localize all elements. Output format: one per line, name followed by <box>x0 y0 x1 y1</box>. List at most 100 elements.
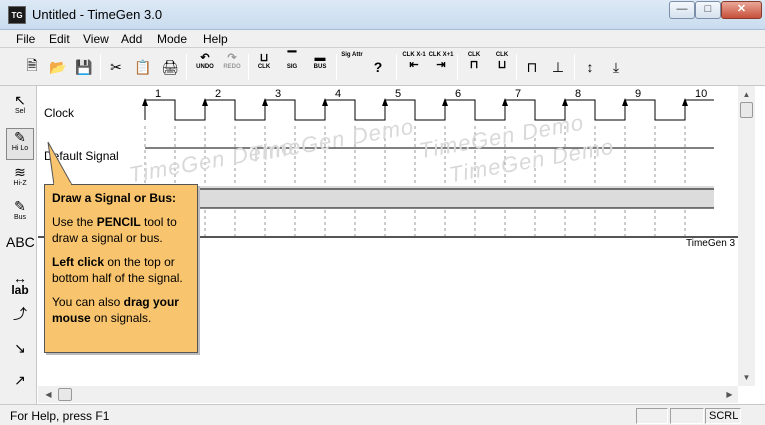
rising-edge-marker <box>442 98 448 106</box>
rising-edge-marker <box>682 98 688 106</box>
status-bar: For Help, press F1 SCRL <box>0 404 765 425</box>
clock-cycle-number: 1 <box>155 88 162 100</box>
maximize-button[interactable]: □ <box>695 1 721 19</box>
add-signal-button[interactable]: ▔ SIG <box>278 52 306 82</box>
help-icon: ? <box>373 59 383 75</box>
save-button[interactable]: 💾 <box>72 54 96 80</box>
hiz-icon: ≋ <box>14 164 26 180</box>
menu-add[interactable]: Add <box>121 32 142 46</box>
add-bus-button[interactable]: ▬ BUS <box>306 52 334 82</box>
signal-attr-button[interactable]: Sig Attr <box>338 52 366 82</box>
clock-shrink-icon: ⇤ <box>409 59 419 71</box>
printer-icon: 🖨 <box>161 58 179 75</box>
line-tool[interactable]: ↗ <box>6 372 34 404</box>
context-help-button[interactable]: ? <box>366 54 390 80</box>
rising-edge-icon: ⊓ <box>526 58 538 75</box>
clock-cycle-number: 6 <box>455 88 462 100</box>
bent-arrow-tool[interactable]: ↘ <box>6 340 34 372</box>
tooltip-paragraph: Use the PENCIL tool to draw a signal or … <box>52 215 177 245</box>
menu-file[interactable]: File <box>16 32 35 46</box>
scissors-icon: ✂ <box>110 58 122 75</box>
clock-cycle-number: 2 <box>215 88 222 100</box>
status-help-text: For Help, press F1 <box>10 409 110 423</box>
menu-bar: File Edit View Add Mode Help <box>0 30 765 48</box>
signal-wave-icon: ▔ <box>287 52 297 64</box>
tooltip-pointer <box>47 141 72 185</box>
falling-edge-icon: ⊥ <box>551 58 565 75</box>
toolbar: 🗎 📂 💾 ✂ 📋 🖨 ↶ UNDO ↷ REDO ⊔ CLK ▔ SIG ▬ BUS S… <box>0 48 765 86</box>
add-clock-button[interactable]: ⊔ CLK <box>250 52 278 82</box>
save-icon: 💾 <box>75 58 93 75</box>
redo-button[interactable]: ↷ REDO <box>218 52 246 82</box>
print-button[interactable]: 🖨 <box>158 54 182 80</box>
text-tool[interactable]: ABC <box>6 234 35 266</box>
menu-view[interactable]: View <box>83 32 109 46</box>
redo-icon: ↷ <box>227 52 237 64</box>
bent-arrow-icon: ↘ <box>14 340 26 356</box>
close-button[interactable]: ✕ <box>721 1 762 19</box>
vertical-scrollbar[interactable]: ▲ ▼ <box>738 86 755 386</box>
maximize-icon: □ <box>704 3 712 15</box>
menu-edit[interactable]: Edit <box>49 32 70 46</box>
expand-button[interactable]: ⤓ <box>604 54 628 80</box>
clock-wave-icon: ⊔ <box>259 52 269 64</box>
window-title: Untitled - TimeGen 3.0 <box>32 7 163 22</box>
clock-minus-button[interactable]: CLK X-1 ⇤ <box>400 52 428 82</box>
compress-icon: ↕ <box>586 59 594 75</box>
minimize-icon: — <box>676 3 688 15</box>
paste-button[interactable]: 📋 <box>131 54 155 80</box>
scroll-down-button[interactable]: ▼ <box>738 369 755 386</box>
menu-help[interactable]: Help <box>203 32 228 46</box>
minimize-button[interactable]: — <box>669 1 695 19</box>
bus-tool[interactable]: ✎ Bus <box>6 198 34 230</box>
clock-edge-a-button[interactable]: CLK ⊓ <box>460 52 488 82</box>
toolbox: ↖ Sel ✎ Hi Lo ≋ Hi-Z ✎ Bus ABC ↔ lab ⤴ ↘ ↗ <box>0 86 37 406</box>
fall-edge-button[interactable]: ⊥ <box>546 54 570 80</box>
scroll-right-button[interactable]: ▶ <box>721 386 738 403</box>
new-button[interactable]: 🗎 <box>20 54 44 80</box>
clock-cycle-number: 7 <box>515 88 522 100</box>
open-button[interactable]: 📂 <box>46 54 70 80</box>
label-tool[interactable]: ↔ lab <box>6 270 34 302</box>
compress-button[interactable]: ↕ <box>578 54 602 80</box>
signal-label-clock[interactable]: Clock <box>44 106 74 120</box>
clock-cycle-number: 4 <box>335 88 342 100</box>
clock-grow-icon: ⇥ <box>436 59 446 71</box>
text-icon: ABC <box>6 234 35 250</box>
clock-cycle-number: 8 <box>575 88 582 100</box>
status-scrl: SCRL <box>705 408 741 424</box>
arrow-icon: ↖ <box>14 92 26 108</box>
bus-wave-icon: ▬ <box>314 52 326 64</box>
rise-edge-button[interactable]: ⊓ <box>520 54 544 80</box>
arrow-down-icon: ▼ <box>742 373 751 382</box>
cut-button[interactable]: ✂ <box>104 54 128 80</box>
pencil-tool[interactable]: ✎ Hi Lo <box>6 128 34 160</box>
line-icon: ↗ <box>14 372 26 388</box>
clock-edge-b-button[interactable]: CLK ⊔ <box>488 52 516 82</box>
select-tool[interactable]: ↖ Sel <box>6 92 34 124</box>
vertical-scroll-thumb[interactable] <box>740 102 753 118</box>
menu-mode[interactable]: Mode <box>157 32 187 46</box>
clock-plus-button[interactable]: CLK X+1 ⇥ <box>427 52 455 82</box>
horizontal-scroll-thumb[interactable] <box>58 388 72 401</box>
title-bar: TG Untitled - TimeGen 3.0 — □ ✕ <box>0 0 765 30</box>
clock-cycle-number: 5 <box>395 88 402 100</box>
hiz-tool[interactable]: ≋ Hi-Z <box>6 164 34 196</box>
expand-icon: ⤓ <box>612 58 620 75</box>
tooltip-paragraph: You can also drag your mouse on signals. <box>52 295 179 325</box>
scroll-left-button[interactable]: ◀ <box>40 386 57 403</box>
arrow-up-icon: ▲ <box>742 90 751 99</box>
clock-edge-icon: ⊓ <box>469 59 479 71</box>
tooltip-paragraph: Left click on the top or bottom half of … <box>52 255 183 285</box>
bus-pencil-icon: ✎ <box>14 198 26 214</box>
curve-arrow-tool[interactable]: ⤴ <box>6 306 34 338</box>
clock-cycle-number: 3 <box>275 88 282 100</box>
rising-edge-marker <box>202 98 208 106</box>
rising-edge-marker <box>562 98 568 106</box>
horizontal-scrollbar[interactable]: ◀ ▶ <box>38 386 738 403</box>
rising-edge-marker <box>382 98 388 106</box>
rising-edge-marker <box>142 98 148 106</box>
undo-button[interactable]: ↶ UNDO <box>191 52 219 82</box>
pencil-icon: ✎ <box>14 129 26 145</box>
scroll-up-button[interactable]: ▲ <box>738 86 755 103</box>
